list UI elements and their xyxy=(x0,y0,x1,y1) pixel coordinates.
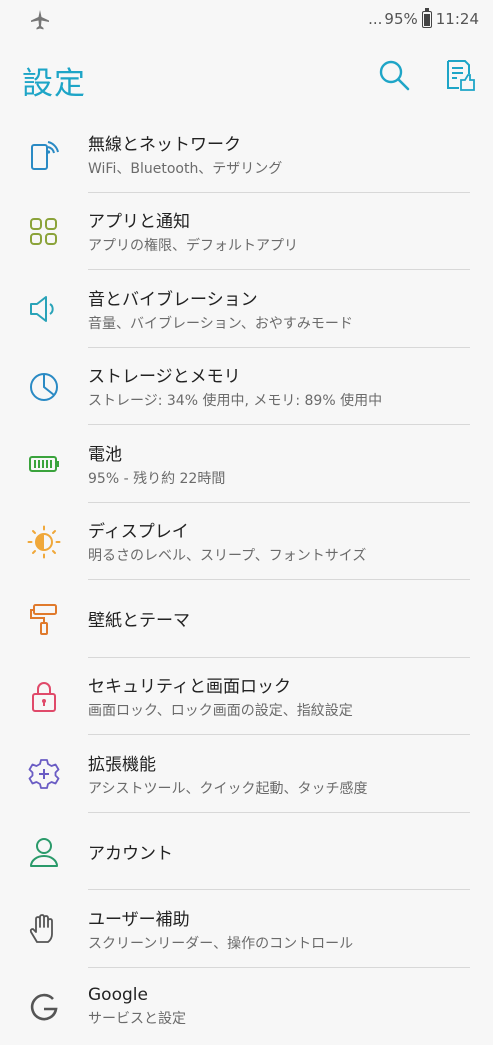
settings-item-summary: 音量、バイブレーション、おやすみモード xyxy=(88,313,473,333)
storage-pie-icon xyxy=(27,370,61,404)
paint-roller-icon xyxy=(27,602,61,636)
settings-item-display[interactable]: ディスプレイ 明るさのレベル、スリープ、フォントサイズ xyxy=(0,503,493,581)
settings-item-summary: ストレージ: 34% 使用中, メモリ: 89% 使用中 xyxy=(88,390,473,410)
settings-item-label: 音とバイブレーション xyxy=(88,285,473,310)
help-feedback-icon[interactable] xyxy=(443,58,477,92)
battery-percent: 95% xyxy=(384,10,417,28)
lock-icon xyxy=(27,680,61,714)
airplane-mode-icon xyxy=(28,8,52,32)
settings-item-label: アカウント xyxy=(88,839,473,864)
settings-item-summary: 明るさのレベル、スリープ、フォントサイズ xyxy=(88,545,473,565)
settings-item-apps[interactable]: アプリと通知 アプリの権限、デフォルトアプリ xyxy=(0,193,493,271)
settings-item-label: 電池 xyxy=(88,440,473,465)
settings-item-summary: スクリーンリーダー、操作のコントロール xyxy=(88,933,473,953)
settings-item-label: ディスプレイ xyxy=(88,517,473,542)
battery-icon xyxy=(422,11,432,28)
gear-plus-icon xyxy=(27,757,61,791)
settings-item-accounts[interactable]: アカウント xyxy=(0,813,493,891)
speaker-icon xyxy=(27,292,61,326)
battery-icon xyxy=(27,447,61,481)
settings-item-summary: サービスと設定 xyxy=(88,1008,473,1028)
settings-item-wallpaper[interactable]: 壁紙とテーマ xyxy=(0,580,493,658)
settings-item-advanced[interactable]: 拡張機能 アシストツール、クイック起動、タッチ感度 xyxy=(0,735,493,813)
settings-item-summary: アシストツール、クイック起動、タッチ感度 xyxy=(88,778,473,798)
settings-item-label: ストレージとメモリ xyxy=(88,362,473,387)
apps-grid-icon xyxy=(27,215,61,249)
settings-item-storage[interactable]: ストレージとメモリ ストレージ: 34% 使用中, メモリ: 89% 使用中 xyxy=(0,348,493,426)
clock: 11:24 xyxy=(436,10,479,28)
settings-item-label: アプリと通知 xyxy=(88,207,473,232)
settings-item-wireless[interactable]: 無線とネットワーク WiFi、Bluetooth、テザリング xyxy=(0,115,493,193)
settings-item-summary: WiFi、Bluetooth、テザリング xyxy=(88,158,473,178)
settings-item-label: セキュリティと画面ロック xyxy=(88,672,473,697)
settings-item-label: 壁紙とテーマ xyxy=(88,606,473,631)
status-bar: ... 95% 11:24 xyxy=(0,0,493,40)
settings-item-summary: 95% - 残り約 22時間 xyxy=(88,468,473,488)
hand-icon xyxy=(27,912,61,946)
settings-item-sound[interactable]: 音とバイブレーション 音量、バイブレーション、おやすみモード xyxy=(0,270,493,348)
settings-item-security[interactable]: セキュリティと画面ロック 画面ロック、ロック画面の設定、指紋設定 xyxy=(0,658,493,736)
google-icon xyxy=(27,990,61,1024)
app-bar: 設定 xyxy=(0,50,493,110)
account-icon xyxy=(27,835,61,869)
settings-item-label: Google xyxy=(88,985,473,1005)
brightness-icon xyxy=(27,525,61,559)
settings-item-accessibility[interactable]: ユーザー補助 スクリーンリーダー、操作のコントロール xyxy=(0,890,493,968)
settings-item-label: 無線とネットワーク xyxy=(88,130,473,155)
settings-item-summary: アプリの権限、デフォルトアプリ xyxy=(88,235,473,255)
wireless-icon xyxy=(27,137,61,171)
settings-list: 無線とネットワーク WiFi、Bluetooth、テザリング アプリと通知 アプ… xyxy=(0,115,493,1045)
settings-item-battery[interactable]: 電池 95% - 残り約 22時間 xyxy=(0,425,493,503)
page-title: 設定 xyxy=(22,58,86,103)
search-icon[interactable] xyxy=(377,58,411,92)
settings-item-google[interactable]: Google サービスと設定 xyxy=(0,968,493,1045)
signal-indicator: ... xyxy=(368,10,382,28)
settings-item-label: 拡張機能 xyxy=(88,750,473,775)
settings-item-label: ユーザー補助 xyxy=(88,905,473,930)
settings-item-summary: 画面ロック、ロック画面の設定、指紋設定 xyxy=(88,700,473,720)
